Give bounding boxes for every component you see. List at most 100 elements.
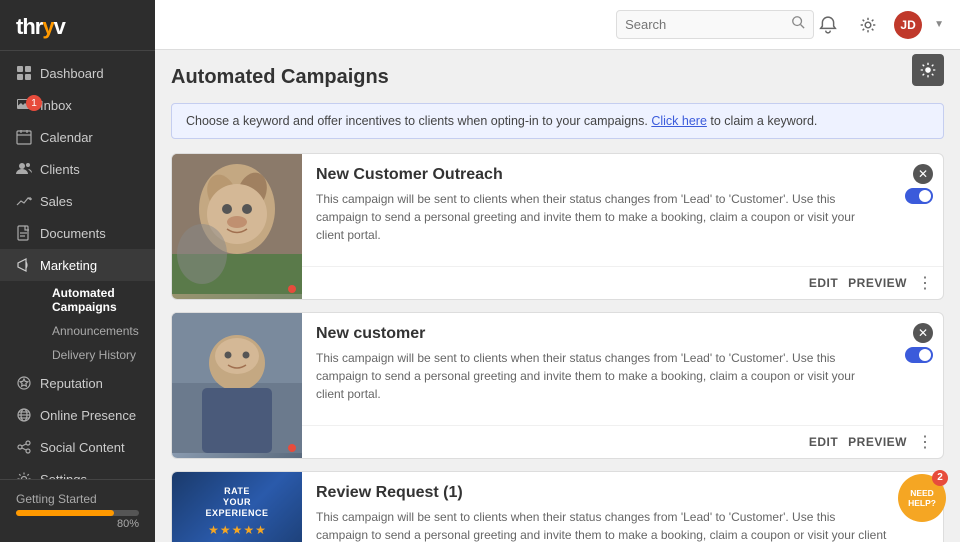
page-title: Automated Campaigns <box>171 66 944 89</box>
info-banner: Choose a keyword and offer incentives to… <box>171 103 944 139</box>
campaign-title-1: New Customer Outreach <box>316 166 881 184</box>
campaign-thumb-dogs <box>172 154 302 299</box>
campaign-card-review-request: RATEYOUREXPERIENCE ★ ★ ★ ★ ★ SUBMIT Revi… <box>171 471 944 542</box>
campaign-preview-btn-2[interactable]: PREVIEW <box>848 435 907 449</box>
campaign-edit-btn-1[interactable]: EDIT <box>809 276 838 290</box>
sidebar-item-calendar[interactable]: Calendar <box>0 121 155 153</box>
inbox-badge: 1 <box>26 95 42 111</box>
sidebar-item-settings[interactable]: Settings <box>0 463 155 479</box>
grid-icon <box>16 65 32 81</box>
sidebar-item-reputation[interactable]: Reputation <box>0 367 155 399</box>
header: JD ▼ <box>155 0 960 50</box>
star-4: ★ <box>243 523 254 537</box>
sidebar-item-online-presence[interactable]: Online Presence <box>0 399 155 431</box>
sidebar-item-social-content[interactable]: Social Content <box>0 431 155 463</box>
search-icon <box>791 15 805 34</box>
sales-icon <box>16 193 32 209</box>
online-icon <box>16 407 32 423</box>
campaign-more-icon-1[interactable]: ⋮ <box>917 273 933 293</box>
campaign-title-3: Review Request (1) <box>316 484 889 502</box>
sidebar-item-inbox[interactable]: Inbox 1 <box>0 89 155 121</box>
sidebar-sub-marketing: Automated Campaigns Announcements Delive… <box>0 281 155 367</box>
sidebar-item-sales[interactable]: Sales <box>0 185 155 217</box>
need-help-button[interactable]: 2 NEEDHELP? <box>898 474 946 522</box>
sidebar-item-clients[interactable]: Clients <box>0 153 155 185</box>
reputation-icon <box>16 375 32 391</box>
star-2: ★ <box>220 523 231 537</box>
sidebar-item-documents[interactable]: Documents <box>0 217 155 249</box>
user-avatar[interactable]: JD <box>894 11 922 39</box>
progress-fill <box>16 510 114 516</box>
sidebar-item-dashboard[interactable]: Dashboard <box>0 57 155 89</box>
red-dot-2 <box>288 444 296 452</box>
campaign-close-btn-2[interactable]: ✕ <box>913 323 933 343</box>
sidebar-item-delivery-history[interactable]: Delivery History <box>36 343 155 367</box>
campaign-footer-1: EDIT PREVIEW ⋮ <box>302 266 943 299</box>
campaign-close-btn-1[interactable]: ✕ <box>913 164 933 184</box>
notification-icon[interactable] <box>814 11 842 39</box>
campaign-thumb-person <box>172 313 302 458</box>
sidebar-label-calendar: Calendar <box>40 130 93 145</box>
sidebar-label-sales: Sales <box>40 194 73 209</box>
sidebar-item-automated-campaigns[interactable]: Automated Campaigns <box>36 281 155 319</box>
sidebar-label-marketing: Marketing <box>40 258 97 273</box>
logo-text: thryv <box>16 14 139 40</box>
campaign-toggle-area-1: ✕ <box>895 154 943 266</box>
search-bar[interactable] <box>616 10 814 39</box>
star-1: ★ <box>208 523 219 537</box>
documents-icon <box>16 225 32 241</box>
progress-percent: 80% <box>16 518 139 530</box>
campaign-edit-btn-2[interactable]: EDIT <box>809 435 838 449</box>
red-dot-1 <box>288 285 296 293</box>
sidebar-item-marketing[interactable]: Marketing <box>0 249 155 281</box>
campaign-toggle-1[interactable] <box>905 188 933 204</box>
sidebar-label-clients: Clients <box>40 162 80 177</box>
campaign-card-new-customer-outreach: New Customer Outreach This campaign will… <box>171 153 944 300</box>
info-banner-link[interactable]: Click here <box>651 114 707 128</box>
toggle-knob-2 <box>919 349 931 361</box>
social-icon <box>16 439 32 455</box>
campaign-desc-1: This campaign will be sent to clients wh… <box>316 190 881 244</box>
rate-your-experience-text: RATEYOUREXPERIENCE <box>205 486 268 518</box>
toggle-knob-1 <box>919 190 931 202</box>
sidebar-label-documents: Documents <box>40 226 106 241</box>
search-input[interactable] <box>625 17 785 32</box>
campaign-card-new-customer: New customer This campaign will be sent … <box>171 312 944 459</box>
campaign-body-3: Review Request (1) This campaign will be… <box>302 472 903 542</box>
star-3: ★ <box>232 523 243 537</box>
sidebar: thryv Dashboard Inbox 1 Calendar Clie <box>0 0 155 542</box>
sidebar-label-reputation: Reputation <box>40 376 103 391</box>
sidebar-item-announcements[interactable]: Announcements <box>36 319 155 343</box>
star-5: ★ <box>255 523 266 537</box>
campaign-title-2: New customer <box>316 325 881 343</box>
campaign-preview-btn-1[interactable]: PREVIEW <box>848 276 907 290</box>
header-right: JD ▼ <box>814 11 944 39</box>
sidebar-footer: Getting Started 80% <box>0 479 155 542</box>
progress-bar <box>16 510 139 516</box>
settings-icon <box>16 471 32 479</box>
campaign-toggle-area-2: ✕ <box>895 313 943 425</box>
clients-icon <box>16 161 32 177</box>
sidebar-label-social-content: Social Content <box>40 440 125 455</box>
sidebar-nav: Dashboard Inbox 1 Calendar Clients Sal <box>0 51 155 479</box>
gear-icon[interactable] <box>854 11 882 39</box>
info-banner-text: Choose a keyword and offer incentives to… <box>186 114 648 128</box>
calendar-icon <box>16 129 32 145</box>
main-content: Automated Campaigns Choose a keyword and… <box>155 50 960 542</box>
star-rating: ★ ★ ★ ★ ★ <box>208 523 266 537</box>
settings-fab-button[interactable] <box>912 54 944 86</box>
campaign-desc-3: This campaign will be sent to clients wh… <box>316 508 889 542</box>
campaign-more-icon-2[interactable]: ⋮ <box>917 432 933 452</box>
getting-started-label: Getting Started <box>16 492 139 506</box>
campaign-body-1: New Customer Outreach This campaign will… <box>302 154 895 266</box>
need-help-label: NEEDHELP? <box>908 488 936 508</box>
chevron-down-icon: ▼ <box>934 19 944 30</box>
campaign-thumb-rate: RATEYOUREXPERIENCE ★ ★ ★ ★ ★ SUBMIT <box>172 472 302 542</box>
sidebar-label-inbox: Inbox <box>40 98 72 113</box>
campaign-desc-2: This campaign will be sent to clients wh… <box>316 349 881 403</box>
marketing-icon <box>16 257 32 273</box>
sidebar-label-dashboard: Dashboard <box>40 66 104 81</box>
sidebar-logo: thryv <box>0 0 155 51</box>
need-help-badge: 2 <box>932 470 948 486</box>
campaign-toggle-2[interactable] <box>905 347 933 363</box>
